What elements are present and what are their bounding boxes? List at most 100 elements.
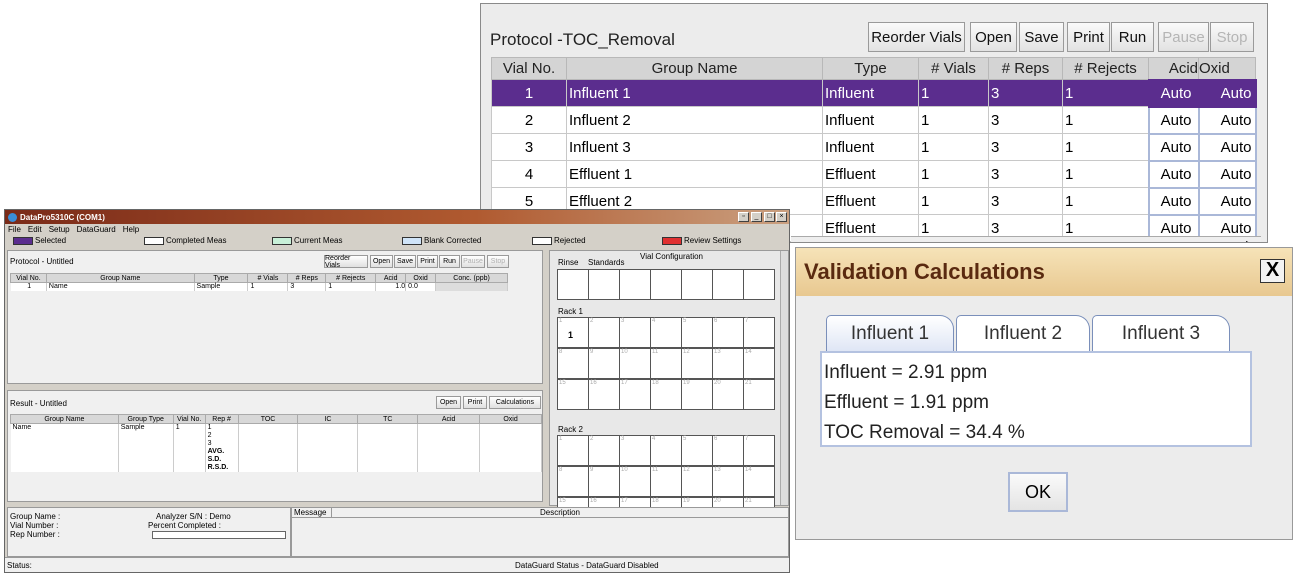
vial-slot-12[interactable]: 12 xyxy=(681,348,713,379)
vial-slot-16[interactable]: 16 xyxy=(588,379,620,410)
vial-slot-6[interactable]: 6 xyxy=(712,317,744,348)
rejects[interactable]: 1 xyxy=(325,282,377,291)
col-vials[interactable]: # Vials xyxy=(918,57,989,80)
col-type[interactable]: Type xyxy=(193,273,249,283)
type[interactable]: Influent xyxy=(822,79,919,107)
save-button[interactable]: Save xyxy=(394,255,416,268)
table-row[interactable]: 1 Influent 1 Influent 1 3 1 Auto Auto xyxy=(491,78,1257,108)
oxid[interactable]: 0.0 xyxy=(405,282,437,291)
reorder-vials-button[interactable]: Reorder Vials xyxy=(324,255,368,269)
vial-slot-19[interactable]: 19 xyxy=(681,379,713,410)
result-print-button[interactable]: Print xyxy=(463,396,487,409)
run-button[interactable]: Run xyxy=(439,255,460,268)
minimize-icon[interactable]: _ xyxy=(751,212,762,222)
col-rep[interactable]: Rep # xyxy=(204,414,239,424)
vial-slot-10[interactable]: 10 xyxy=(619,466,651,497)
vial-slot-11[interactable]: 11 xyxy=(650,466,682,497)
rejects[interactable]: 1 xyxy=(1062,79,1149,107)
tab-influent-3[interactable]: Influent 3 xyxy=(1092,315,1230,351)
maximize-icon[interactable]: □ xyxy=(764,212,775,222)
calculations-button[interactable]: Calculations xyxy=(489,396,541,409)
vial-slot-4[interactable]: 4 xyxy=(650,317,682,348)
type[interactable]: Effluent xyxy=(822,187,919,215)
ok-button[interactable]: OK xyxy=(1008,472,1068,512)
vial-slot-1[interactable]: 1 xyxy=(557,435,589,466)
pause-button[interactable]: Pause xyxy=(1158,22,1209,52)
vial-slot-5[interactable]: 5 xyxy=(681,435,713,466)
print-button[interactable]: Print xyxy=(417,255,438,268)
vial-slot-12[interactable]: 12 xyxy=(681,466,713,497)
col-acid[interactable]: Acid xyxy=(375,273,407,283)
acid[interactable]: Auto xyxy=(1147,78,1200,108)
type[interactable]: Effluent xyxy=(822,160,919,188)
rinse-standard-slot[interactable] xyxy=(557,269,589,300)
vial-slot-7[interactable]: 7 xyxy=(743,435,775,466)
vial-slot-2[interactable]: 2 xyxy=(588,317,620,348)
col-rejects[interactable]: # Rejects xyxy=(1062,57,1149,80)
reorder-vials-button[interactable]: Reorder Vials xyxy=(868,22,965,52)
table-row[interactable]: 3 xyxy=(10,439,542,448)
vial-slot-1[interactable]: 11 xyxy=(557,317,589,348)
save-button[interactable]: Save xyxy=(1019,22,1064,52)
tab-influent-2[interactable]: Influent 2 xyxy=(956,315,1090,351)
type[interactable]: Influent xyxy=(822,106,919,134)
vial-slot-2[interactable]: 2 xyxy=(588,435,620,466)
vial-slot-3[interactable]: 3 xyxy=(619,317,651,348)
vertical-scrollbar[interactable] xyxy=(780,251,788,505)
table-row[interactable]: 4 Effluent 1 Effluent 1 3 1 Auto Auto xyxy=(491,159,1257,189)
print-button[interactable]: Print xyxy=(1067,22,1110,52)
rinse-standard-slot[interactable] xyxy=(743,269,775,300)
col-reps[interactable]: # Reps xyxy=(988,57,1063,80)
menu-help[interactable]: Help xyxy=(123,225,139,234)
rinse-standard-slot[interactable] xyxy=(588,269,620,300)
vial-slot-15[interactable]: 15 xyxy=(557,379,589,410)
vials[interactable]: 1 xyxy=(918,187,989,215)
group-name[interactable]: Influent 2 xyxy=(566,106,823,134)
acid[interactable]: Auto xyxy=(1147,159,1200,189)
vial-slot-14[interactable]: 14 xyxy=(743,348,775,379)
col-vials[interactable]: # Vials xyxy=(247,273,289,283)
col-group-name[interactable]: Group Name xyxy=(10,414,119,424)
rejects[interactable]: 1 xyxy=(1062,106,1149,134)
dialog-title-bar[interactable]: Validation Calculations xyxy=(796,248,1292,296)
result-open-button[interactable]: Open xyxy=(436,396,461,409)
vial-slot-10[interactable]: 10 xyxy=(619,348,651,379)
vial-slot-9[interactable]: 9 xyxy=(588,466,620,497)
tab-influent-1[interactable]: Influent 1 xyxy=(826,315,954,351)
vials[interactable]: 1 xyxy=(918,133,989,161)
type[interactable]: Influent xyxy=(822,133,919,161)
vial-slot-9[interactable]: 9 xyxy=(588,348,620,379)
reps[interactable]: 3 xyxy=(988,106,1063,134)
col-acid[interactable]: Acid xyxy=(1148,57,1199,80)
rejects[interactable]: 1 xyxy=(1062,133,1149,161)
rejects[interactable]: 1 xyxy=(1062,160,1149,188)
reps[interactable]: 3 xyxy=(287,282,327,291)
vial-slot-13[interactable]: 13 xyxy=(712,466,744,497)
vial-slot-3[interactable]: 3 xyxy=(619,435,651,466)
acid[interactable]: Auto xyxy=(1147,186,1200,216)
col-rejects[interactable]: # Rejects xyxy=(325,273,377,283)
title-bar[interactable]: DataPro5310C (COM1) xyxy=(5,210,789,224)
oxid[interactable]: Auto xyxy=(1197,78,1257,108)
stop-button[interactable]: Stop xyxy=(487,255,509,268)
col-oxid[interactable]: Oxid xyxy=(1198,57,1256,80)
horizontal-scrollbar[interactable]: ▸ xyxy=(791,236,1261,242)
vial-slot-8[interactable]: 8 xyxy=(557,466,589,497)
open-button[interactable]: Open xyxy=(370,255,393,268)
vial-slot-21[interactable]: 21 xyxy=(743,379,775,410)
group-name[interactable]: Name xyxy=(46,282,195,291)
col-group-name[interactable]: Group Name xyxy=(45,273,195,283)
vial-slot-6[interactable]: 6 xyxy=(712,435,744,466)
table-row[interactable]: 2 xyxy=(10,431,542,440)
stop-button[interactable]: Stop xyxy=(1210,22,1254,52)
col-tc[interactable]: TC xyxy=(357,414,419,424)
reps[interactable]: 3 xyxy=(988,160,1063,188)
menu-file[interactable]: File xyxy=(8,225,21,234)
reps[interactable]: 3 xyxy=(988,187,1063,215)
vials[interactable]: 1 xyxy=(247,282,289,291)
oxid[interactable]: Auto xyxy=(1197,132,1257,162)
table-row[interactable]: S.D. xyxy=(10,455,542,464)
col-type[interactable]: Type xyxy=(822,57,919,80)
table-row[interactable]: 1 Name Sample 1 3 1 1.0 0.0 xyxy=(10,282,508,291)
vials[interactable]: 1 xyxy=(918,79,989,107)
